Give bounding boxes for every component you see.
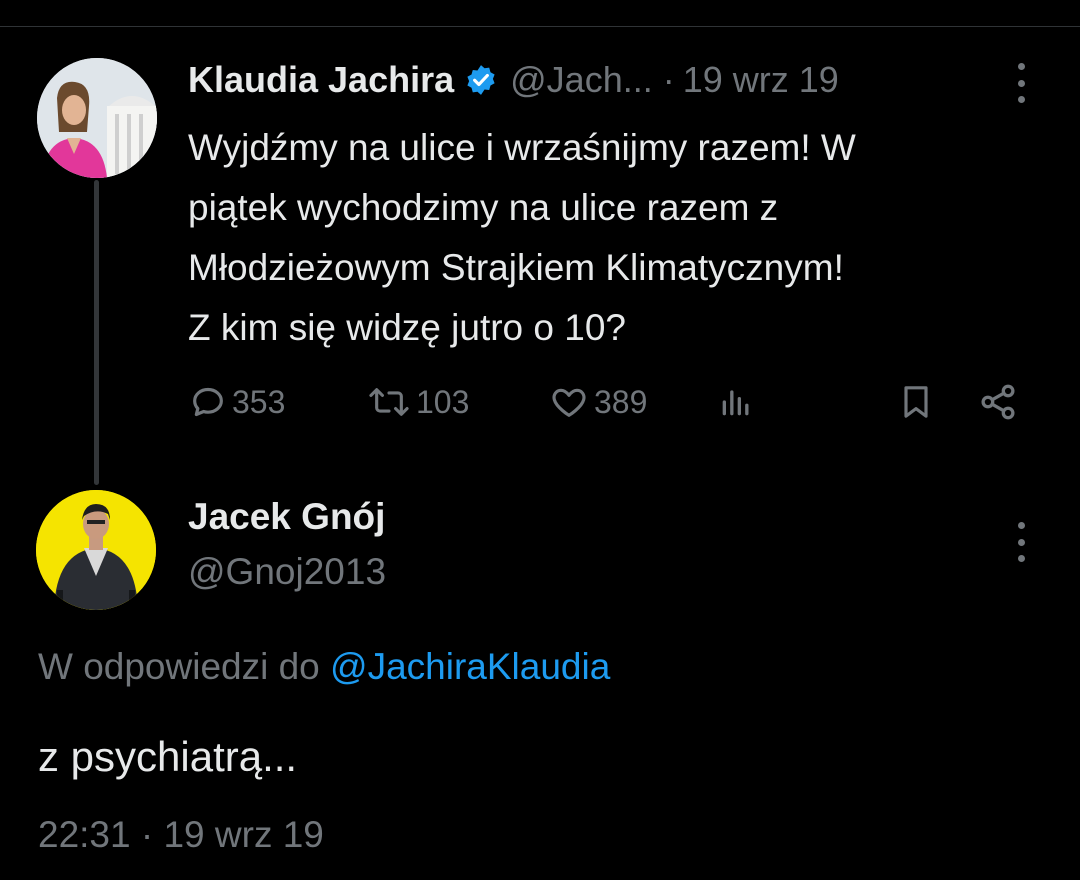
like-count: 389 bbox=[594, 383, 648, 420]
reply-author-name[interactable]: Jacek Gnój bbox=[188, 496, 385, 538]
share-button[interactable] bbox=[976, 380, 1020, 424]
author-name[interactable]: Klaudia Jachira bbox=[188, 59, 454, 101]
tweet-date[interactable]: 19 wrz 19 bbox=[683, 59, 839, 101]
avatar-klaudia[interactable] bbox=[37, 58, 157, 178]
like-button[interactable]: 389 bbox=[548, 380, 647, 424]
thread-connector-line bbox=[94, 180, 99, 485]
retweet-button[interactable]: 103 bbox=[366, 380, 469, 424]
reply-count: 353 bbox=[232, 383, 286, 420]
replying-to-label: W odpowiedzi do bbox=[38, 646, 320, 687]
bookmark-button[interactable] bbox=[896, 380, 936, 424]
avatar-jacek[interactable] bbox=[36, 490, 156, 610]
avatar-image bbox=[36, 490, 156, 610]
views-icon bbox=[722, 390, 749, 416]
verified-badge-icon bbox=[464, 63, 498, 97]
retweet-icon bbox=[369, 388, 409, 416]
reply-icon bbox=[193, 387, 223, 417]
top-divider bbox=[0, 26, 1080, 27]
bookmark-icon bbox=[904, 386, 928, 418]
reply-timestamp[interactable]: 22:31 · 19 wrz 19 bbox=[38, 814, 324, 856]
like-icon bbox=[552, 388, 586, 417]
parent-tweet-header: Klaudia Jachira @Jach... · 19 wrz 19 bbox=[188, 55, 839, 105]
more-icon[interactable] bbox=[1016, 522, 1026, 562]
views-button[interactable] bbox=[716, 380, 756, 424]
retweet-count: 103 bbox=[416, 383, 470, 420]
separator-dot: · bbox=[662, 59, 675, 100]
share-icon bbox=[981, 384, 1015, 420]
tweet-thread-view: Klaudia Jachira @Jach... · 19 wrz 19 Wyj… bbox=[0, 0, 1080, 880]
replying-to-line: W odpowiedzi do @JachiraKlaudia bbox=[38, 646, 610, 688]
reply-button[interactable]: 353 bbox=[188, 380, 285, 424]
author-handle[interactable]: @Jach... bbox=[510, 59, 653, 101]
mention-link[interactable]: @JachiraKlaudia bbox=[330, 646, 610, 687]
tweet-text: Wyjdźmy na ulice i wrzaśnijmy razem! W p… bbox=[188, 127, 856, 348]
more-icon[interactable] bbox=[1016, 63, 1026, 103]
avatar-image bbox=[37, 58, 157, 178]
reply-text: z psychiatrą... bbox=[38, 733, 298, 780]
reply-author-handle[interactable]: @Gnoj2013 bbox=[188, 551, 386, 593]
